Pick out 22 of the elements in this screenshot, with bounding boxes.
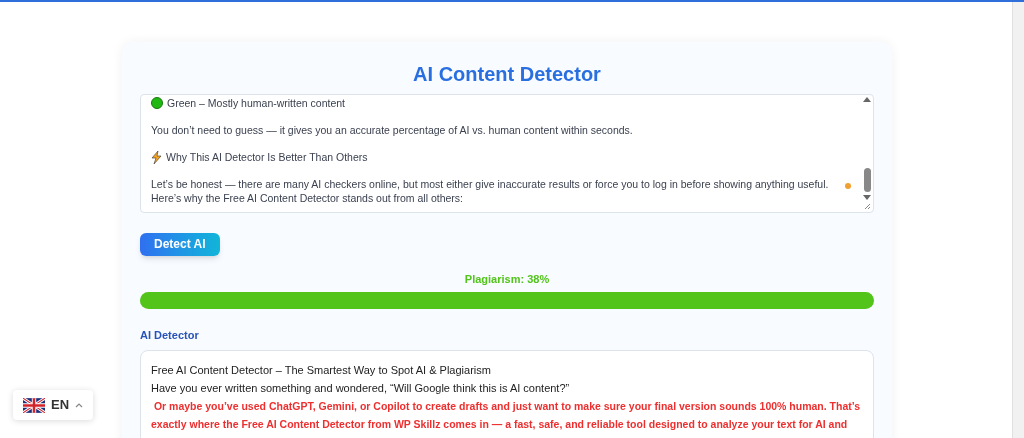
- plagiarism-label: Plagiarism: 38%: [463, 271, 551, 287]
- page-title: AI Content Detector: [412, 62, 602, 87]
- scroll-thumb[interactable]: [863, 168, 871, 193]
- flag-icon: [23, 397, 45, 413]
- page-scrollbar[interactable]: [1012, 2, 1024, 438]
- input-text-line: Let’s be honest — there are many AI checkers online, but most either give inaccurate results or force you to log in before showing anything useful.: [151, 177, 830, 191]
- chevron-up-icon: [75, 402, 84, 408]
- result-text-line: Free AI Content Detector – The Smartest Way to Spot AI & Plagiarism: [151, 362, 492, 378]
- section-heading: AI Detector: [140, 328, 200, 343]
- input-text-line: Green – Mostly human-written content: [167, 96, 345, 110]
- input-text-line: Here’s why the Free AI Content Detector stands out from all others:: [151, 191, 464, 205]
- scroll-down-icon[interactable]: [863, 194, 871, 200]
- result-text-line: Have you ever written something and wondered, “Will Google think this is AI content?”: [151, 380, 571, 396]
- language-switcher[interactable]: EN: [13, 390, 94, 420]
- flagged-ai-text: Or maybe you’ve used ChatGPT, Gemini, or Copilot to create drafts and just want to make sure your final version sounds 100% human. That’s exactly where the Free AI Content Detector from WP Skillz comes in — a fast, safe, and reliable tool designed to analyze your text for AI and: [151, 398, 862, 432]
- input-text-line: You don’t need to guess — it gives you an accurate percentage of AI vs. human content within seconds.: [151, 123, 633, 137]
- text-input-area[interactable]: [140, 94, 874, 214]
- input-text-line: Why This AI Detector Is Better Than Others: [166, 150, 368, 164]
- scroll-up-icon[interactable]: [863, 97, 871, 102]
- language-code: EN: [51, 396, 70, 415]
- lightning-icon: [151, 150, 162, 164]
- resize-handle-icon[interactable]: [863, 202, 871, 211]
